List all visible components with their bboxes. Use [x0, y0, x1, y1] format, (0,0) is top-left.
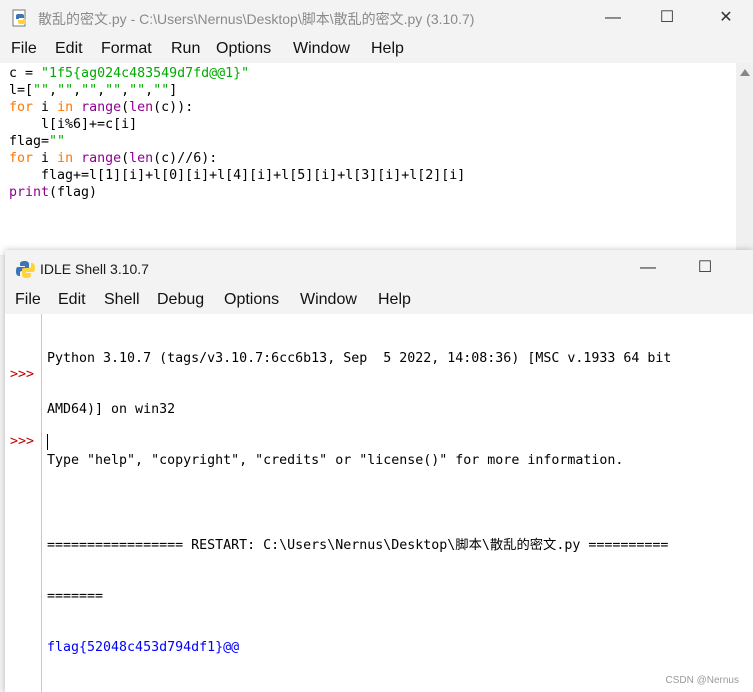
shell-line: Type "help", "copyright", "credits" or "… [47, 453, 624, 468]
prompt-gutter: >>> >>> [5, 314, 42, 692]
menu-file[interactable]: File [11, 40, 37, 58]
menu-window[interactable]: Window [293, 40, 350, 58]
editor-scrollbar[interactable] [736, 63, 753, 255]
menu-edit[interactable]: Edit [58, 291, 86, 309]
menu-edit[interactable]: Edit [55, 40, 83, 58]
shell-maximize-button[interactable]: ☐ [690, 256, 720, 280]
shell-line: AMD64)] on win32 [47, 402, 176, 417]
editor-title: 散乱的密文.py - C:\Users\Nernus\Desktop\脚本\散乱… [38, 11, 475, 27]
shell-prompt: >>> [10, 367, 35, 382]
shell-titlebar[interactable]: IDLE Shell 3.10.7 — ☐ [5, 250, 753, 288]
menu-help[interactable]: Help [371, 40, 404, 58]
editor-menubar: File Edit Format Run Options Window Help [0, 37, 753, 63]
minimize-button[interactable]: — [598, 6, 628, 30]
shell-line: ======= [47, 589, 104, 604]
shell-minimize-button[interactable]: — [633, 256, 663, 280]
text-cursor [47, 434, 48, 450]
maximize-button[interactable]: ☐ [652, 6, 682, 30]
menu-shell[interactable]: Shell [104, 291, 140, 309]
code-editor[interactable]: c = "1f5{ag024c483549d7fd@@1}" l=["","",… [0, 63, 736, 255]
shell-prompt: >>> [10, 434, 35, 449]
shell-window: IDLE Shell 3.10.7 — ☐ File Edit Shell De… [5, 250, 753, 692]
shell-line: ================= RESTART: C:\Users\Nern… [47, 538, 669, 553]
menu-options[interactable]: Options [216, 40, 271, 58]
menu-run[interactable]: Run [171, 40, 200, 58]
watermark: CSDN @Nernus [665, 675, 739, 686]
menu-format[interactable]: Format [101, 40, 152, 58]
shell-line: Python 3.10.7 (tags/v3.10.7:6cc6b13, Sep… [47, 351, 672, 366]
shell-title: IDLE Shell 3.10.7 [40, 261, 149, 277]
menu-debug[interactable]: Debug [157, 291, 204, 309]
menu-help[interactable]: Help [378, 291, 411, 309]
editor-titlebar[interactable]: 散乱的密文.py - C:\Users\Nernus\Desktop\脚本\散乱… [0, 0, 753, 37]
flag-output: flag{52048c453d794df1}@@ [47, 640, 240, 655]
python-file-icon [12, 9, 26, 27]
code-text[interactable]: c = "1f5{ag024c483549d7fd@@1}" l=["","",… [9, 65, 465, 201]
menu-window[interactable]: Window [300, 291, 357, 309]
menu-file[interactable]: File [15, 291, 41, 309]
editor-window: 散乱的密文.py - C:\Users\Nernus\Desktop\脚本\散乱… [0, 0, 753, 255]
shell-output[interactable]: Python 3.10.7 (tags/v3.10.7:6cc6b13, Sep… [47, 316, 671, 690]
menu-options[interactable]: Options [224, 291, 279, 309]
python-icon [16, 261, 35, 278]
close-button[interactable]: ✕ [711, 6, 741, 30]
scroll-up-icon[interactable] [740, 69, 750, 76]
shell-menubar: File Edit Shell Debug Options Window Hel… [5, 288, 753, 314]
